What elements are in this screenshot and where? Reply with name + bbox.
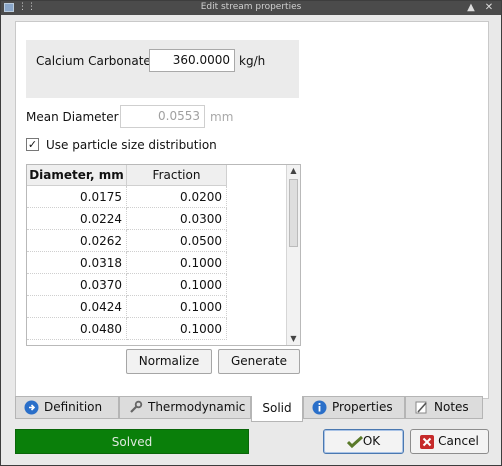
check-hand-icon (346, 435, 363, 448)
tab-thermodynamic[interactable]: Thermodynamic (119, 396, 251, 419)
ok-button[interactable]: OK (323, 429, 404, 454)
tab-definition[interactable]: Definition (15, 396, 119, 419)
cancel-x-icon (420, 434, 435, 449)
fraction-cell[interactable]: 0.1000 (127, 296, 227, 318)
psd-table[interactable]: Diameter, mm Fraction 0.0175 0.0200 0.02… (26, 164, 301, 346)
scroll-down-arrow-icon[interactable]: ▼ (287, 333, 300, 345)
tab-solid-label: Solid (262, 401, 292, 415)
diameter-cell[interactable]: 0.0424 (27, 296, 127, 318)
tab-notes[interactable]: Notes (405, 396, 483, 419)
tab-notes-label: Notes (434, 400, 469, 414)
fraction-column-header[interactable]: Fraction (127, 165, 227, 186)
info-circle-icon (24, 400, 39, 415)
table-row[interactable]: 0.0262 0.0500 (27, 230, 227, 252)
dialog-window: ⋮⋮ Edit stream properties ▲ ✕ Calcium Ca… (0, 0, 502, 466)
component-unit: kg/h (239, 54, 266, 68)
table-row[interactable]: 0.0175 0.0200 (27, 186, 227, 208)
wrench-icon (130, 400, 143, 413)
scroll-up-arrow-icon[interactable]: ▲ (287, 165, 300, 177)
title-bar[interactable]: ⋮⋮ Edit stream properties ▲ ✕ (1, 1, 501, 15)
table-scrollbar[interactable]: ▲ ▼ (286, 165, 300, 345)
psd-checkbox-label[interactable]: Use particle size distribution (46, 138, 217, 152)
fraction-cell[interactable]: 0.1000 (127, 318, 227, 340)
normalize-button[interactable]: Normalize (126, 349, 212, 374)
fraction-cell[interactable]: 0.0500 (127, 230, 227, 252)
tab-properties-label: Properties (332, 400, 393, 414)
component-flow-input[interactable]: 360.0000 (149, 49, 235, 72)
diameter-cell[interactable]: 0.0480 (27, 318, 127, 340)
psd-checkbox[interactable]: ✓ (26, 138, 39, 151)
tab-properties[interactable]: Properties (303, 396, 405, 419)
table-row[interactable]: 0.0224 0.0300 (27, 208, 227, 230)
fraction-cell[interactable]: 0.0300 (127, 208, 227, 230)
tab-definition-label: Definition (44, 400, 103, 414)
info-circle-icon (312, 400, 327, 415)
pencil-icon (415, 401, 427, 414)
window-title: Edit stream properties (200, 2, 302, 12)
fraction-cell[interactable]: 0.1000 (127, 252, 227, 274)
diameter-column-header[interactable]: Diameter, mm (27, 165, 127, 186)
scrollbar-thumb[interactable] (289, 179, 298, 247)
component-label: Calcium Carbonate (36, 54, 151, 68)
ok-button-label: OK (362, 434, 381, 448)
mean-diameter-label: Mean Diameter (26, 110, 119, 124)
table-row[interactable]: 0.0424 0.1000 (27, 296, 227, 318)
table-row[interactable]: 0.0480 0.1000 (27, 318, 227, 340)
fraction-cell[interactable]: 0.0200 (127, 186, 227, 208)
component-group: Calcium Carbonate 360.0000 kg/h (26, 40, 299, 98)
cancel-button-label: Cancel (438, 434, 479, 448)
fraction-cell[interactable]: 0.1000 (127, 274, 227, 296)
tab-solid[interactable]: Solid (251, 396, 303, 422)
table-row[interactable]: 0.0318 0.1000 (27, 252, 227, 274)
tab-bar: Definition Thermodynamic Solid Propertie… (15, 396, 487, 422)
close-window-button[interactable]: ✕ (483, 2, 495, 14)
status-indicator: Solved (15, 429, 249, 454)
generate-button[interactable]: Generate (218, 349, 300, 374)
diameter-cell[interactable]: 0.0318 (27, 252, 127, 274)
solid-tab-panel: Calcium Carbonate 360.0000 kg/h Mean Dia… (15, 21, 489, 399)
table-row[interactable]: 0.0370 0.1000 (27, 274, 227, 296)
tab-thermodynamic-label: Thermodynamic (148, 400, 246, 414)
diameter-cell[interactable]: 0.0224 (27, 208, 127, 230)
diameter-cell[interactable]: 0.0262 (27, 230, 127, 252)
diameter-cell[interactable]: 0.0175 (27, 186, 127, 208)
cancel-button[interactable]: Cancel (410, 429, 489, 454)
diameter-cell[interactable]: 0.0370 (27, 274, 127, 296)
mean-diameter-input[interactable]: 0.0553 (120, 105, 205, 128)
mean-diameter-unit: mm (210, 110, 234, 124)
maximize-button[interactable]: ▲ (465, 2, 477, 14)
